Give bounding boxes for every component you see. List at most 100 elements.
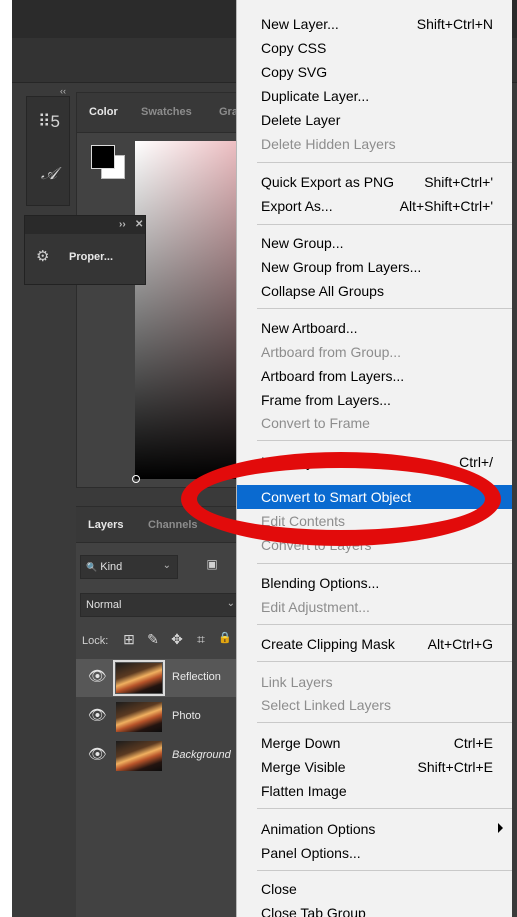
properties-label: Proper... <box>69 251 114 263</box>
lock-image-pixels-icon[interactable]: ✎ <box>144 631 162 649</box>
layer-name: Reflection <box>172 671 221 683</box>
expand-panel-icon[interactable]: ›› <box>119 219 126 230</box>
menu-item-flatten-image[interactable]: Flatten Image <box>237 779 512 803</box>
menu-item-merge-down[interactable]: Merge Down Ctrl+E <box>237 731 512 755</box>
menu-separator <box>257 722 512 723</box>
menu-item-label: New Group from Layers... <box>261 259 422 275</box>
visibility-eye-icon[interactable]: 👁 <box>88 669 107 685</box>
menu-item-label: Merge Down <box>261 735 341 751</box>
menu-item-blending-options[interactable]: Blending Options... <box>237 571 512 595</box>
layer-name: Background <box>172 749 231 761</box>
properties-panel-button[interactable]: ⚙ Proper... <box>25 234 145 284</box>
menu-item-label: Artboard from Layers... <box>261 368 405 384</box>
menu-item-artboard-from-layers[interactable]: Artboard from Layers... <box>237 364 512 388</box>
properties-panel-header: ›› ✕ <box>25 216 145 234</box>
menu-item-panel-options[interactable]: Panel Options... <box>237 841 512 865</box>
menu-item-shortcut: Alt+Shift+Ctrl+' <box>399 198 493 214</box>
tab-paths[interactable]: P <box>222 519 229 531</box>
menu-item-shortcut: Shift+Ctrl+' <box>424 174 493 190</box>
menu-item-shortcut: Alt+Ctrl+G <box>427 636 493 652</box>
lock-all-icon[interactable]: 🔒 <box>216 631 234 649</box>
menu-item-label: Edit Contents <box>261 513 346 529</box>
blend-mode-select[interactable]: Normal ⌄ <box>80 593 242 617</box>
chevron-down-icon: ⌄ <box>162 560 171 571</box>
menu-item-label: Convert to Layers <box>261 537 372 553</box>
menu-item-label: Panel Options... <box>261 845 361 861</box>
menu-item-frame-from-layers[interactable]: Frame from Layers... <box>237 388 512 412</box>
menu-item-new-group-from-layers[interactable]: New Group from Layers... <box>237 255 512 279</box>
lock-position-icon[interactable]: ✥ <box>168 631 186 649</box>
menu-item-convert-to-smart-object[interactable]: Convert to Smart Object <box>237 485 512 509</box>
lock-artboard-icon[interactable]: ⌗ <box>192 631 210 649</box>
menu-item-label: Flatten Image <box>261 783 347 799</box>
layers-context-menu: New Layer... Shift+Ctrl+N Copy CSS Copy S… <box>236 0 512 917</box>
menu-item-delete-hidden-layers: Delete Hidden Layers <box>237 132 512 156</box>
menu-item-quick-export-png[interactable]: Quick Export as PNG Shift+Ctrl+' <box>237 170 512 194</box>
image-filter-icon[interactable]: ▣ <box>204 557 220 573</box>
menu-item-label: Collapse All Groups <box>261 283 384 299</box>
lock-label: Lock: <box>82 635 109 647</box>
menu-item-duplicate-layer[interactable]: Duplicate Layer... <box>237 84 512 108</box>
search-icon: 🔍 <box>86 562 98 572</box>
menu-item-new-layer[interactable]: New Layer... Shift+Ctrl+N <box>237 12 512 36</box>
tab-channels[interactable]: Channels <box>148 519 198 531</box>
properties-panel: ›› ✕ ⚙ Proper... <box>24 215 146 285</box>
menu-item-copy-css[interactable]: Copy CSS <box>237 36 512 60</box>
menu-item-collapse-all-groups[interactable]: Collapse All Groups <box>237 279 512 303</box>
visibility-eye-icon[interactable]: 👁 <box>88 747 107 763</box>
menu-item-merge-visible[interactable]: Merge Visible Shift+Ctrl+E <box>237 755 512 779</box>
menu-item-label: Copy CSS <box>261 40 327 56</box>
panel-dock-strip: ⠿5 𝒜 <box>26 96 70 206</box>
menu-item-create-clipping-mask[interactable]: Create Clipping Mask Alt+Ctrl+G <box>237 632 512 656</box>
menu-item-animation-options[interactable]: Animation Options <box>237 817 512 841</box>
menu-item-label: Edit Adjustment... <box>261 599 370 615</box>
menu-item-export-as[interactable]: Export As... Alt+Shift+Ctrl+' <box>237 194 512 218</box>
menu-item-shortcut: Ctrl+/ <box>459 454 493 470</box>
menu-item-label: Delete Layer <box>261 112 341 128</box>
lock-transparent-pixels-icon[interactable]: ⊞ <box>120 631 138 649</box>
menu-item-copy-svg[interactable]: Copy SVG <box>237 60 512 84</box>
menu-item-label: Blending Options... <box>261 575 380 591</box>
tab-color[interactable]: Color <box>89 106 118 118</box>
menu-separator <box>257 224 512 225</box>
menu-item-label: Artboard from Group... <box>261 344 402 360</box>
menu-item-link-layers-2: Link Layers <box>237 670 512 694</box>
menu-separator <box>257 808 512 809</box>
menu-separator <box>257 440 512 441</box>
tab-swatches[interactable]: Swatches <box>141 106 192 118</box>
menu-item-label: Convert to Smart Object <box>261 489 412 505</box>
filter-kind-label: Kind <box>100 561 123 573</box>
menu-item-close-tab-group[interactable]: Close Tab Group <box>237 901 512 917</box>
menu-separator <box>257 308 512 309</box>
character-icon[interactable]: 𝒜 <box>33 159 65 189</box>
foreground-color-swatch[interactable] <box>91 145 115 169</box>
menu-item-label: Copy SVG <box>261 64 328 80</box>
close-panel-icon[interactable]: ✕ <box>135 219 143 230</box>
blend-mode-value: Normal <box>86 599 122 611</box>
menu-item-label: Create Clipping Mask <box>261 636 395 652</box>
menu-item-new-artboard[interactable]: New Artboard... <box>237 316 512 340</box>
menu-item-label: Link Layers <box>261 674 333 690</box>
filter-kind-select[interactable]: 🔍 Kind ⌄ <box>80 555 178 579</box>
brush-settings-icon[interactable]: ⠿5 <box>33 107 65 137</box>
color-picker-cursor[interactable] <box>132 475 140 483</box>
menu-item-close[interactable]: Close <box>237 877 512 901</box>
menu-item-select-linked-layers: Select Linked Layers <box>237 693 512 717</box>
menu-separator <box>257 624 512 625</box>
menu-item-link-layers[interactable]: Link Layers... Ctrl+/ <box>237 450 512 474</box>
submenu-arrow-icon <box>498 823 503 833</box>
menu-item-label: New Artboard... <box>261 320 358 336</box>
menu-item-label: Merge Visible <box>261 759 346 775</box>
menu-separator <box>257 162 512 163</box>
menu-item-label: Frame from Layers... <box>261 392 391 408</box>
menu-item-label: Convert to Frame <box>261 415 370 431</box>
layer-thumbnail <box>116 702 162 732</box>
layer-name: Photo <box>172 710 201 722</box>
menu-item-delete-layer[interactable]: Delete Layer <box>237 108 512 132</box>
menu-item-convert-to-layers: Convert to Layers <box>237 533 512 557</box>
visibility-eye-icon[interactable]: 👁 <box>88 708 107 724</box>
collapse-panels-icon[interactable]: ‹‹ <box>60 86 66 96</box>
tab-layers[interactable]: Layers <box>88 519 123 531</box>
menu-item-label: Quick Export as PNG <box>261 174 395 190</box>
menu-item-new-group[interactable]: New Group... <box>237 231 512 255</box>
